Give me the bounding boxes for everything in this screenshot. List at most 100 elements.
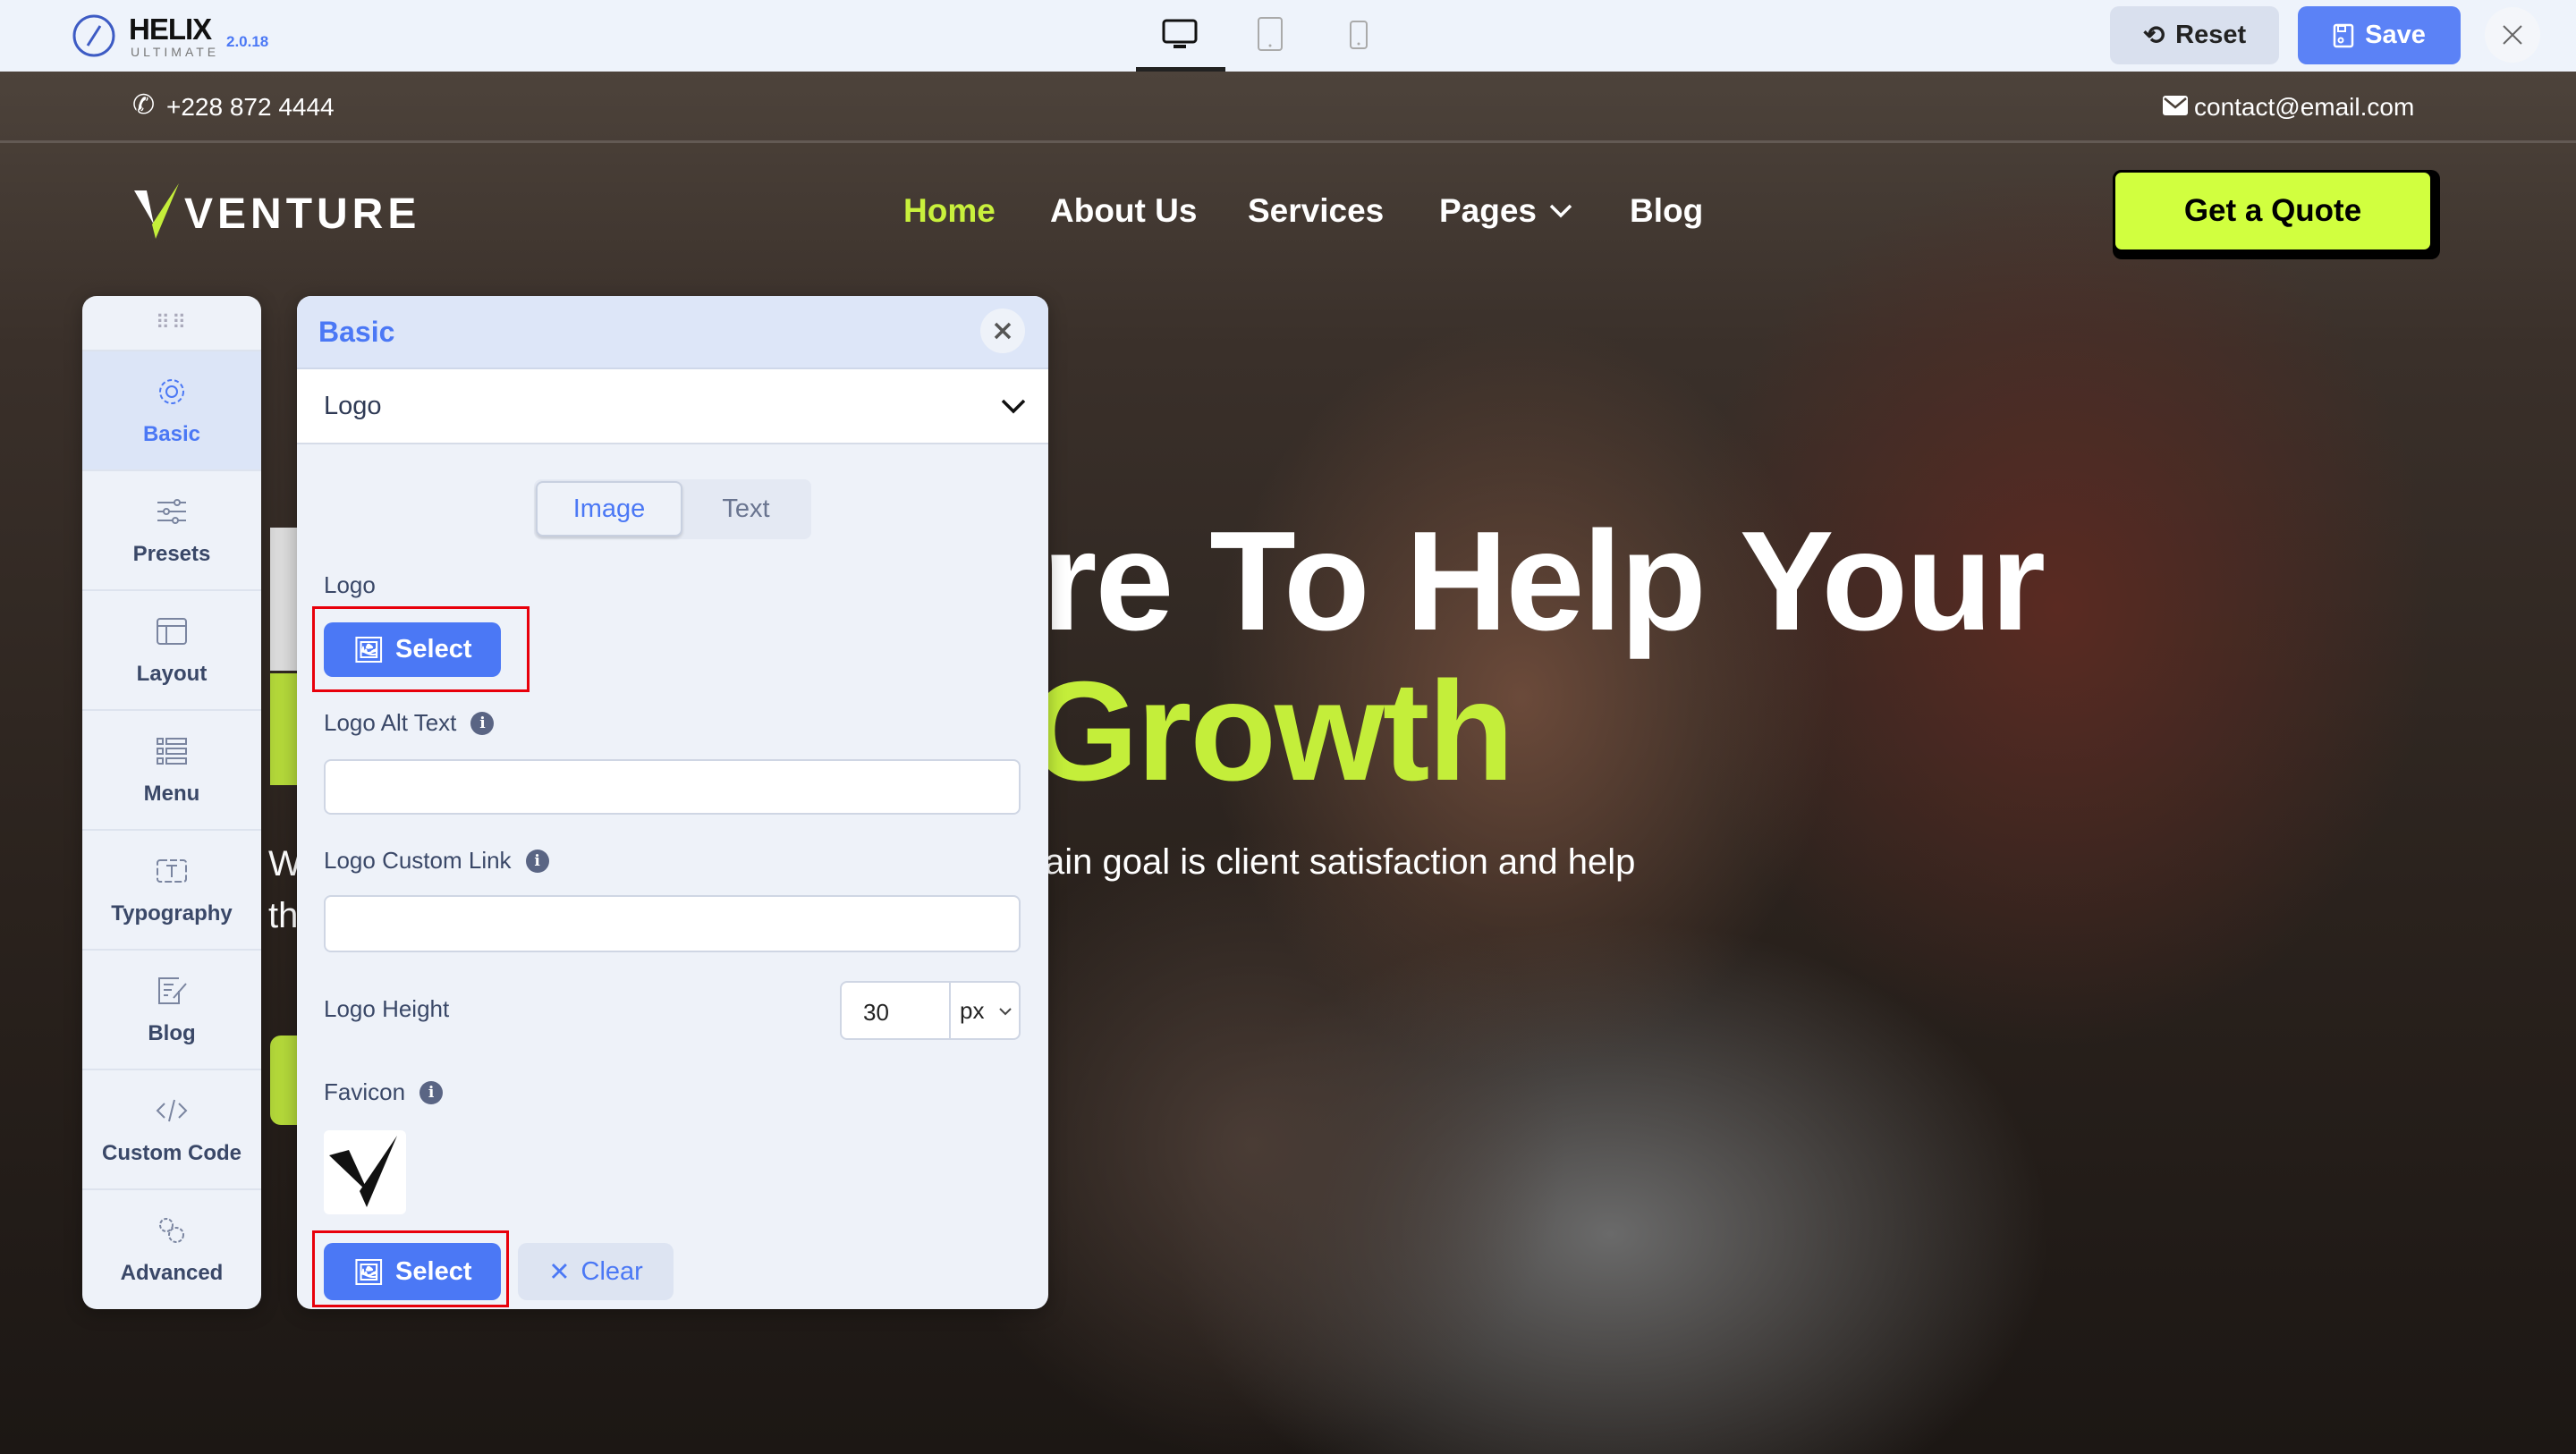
drag-handle[interactable]: ⠿⠿ [82, 296, 261, 350]
logo-type-toggle: Image Text [534, 479, 811, 539]
logo-alt-text-label-text: Logo Alt Text [324, 709, 457, 736]
gear-icon [159, 379, 184, 404]
save-label: Save [2365, 21, 2426, 49]
text-icon [157, 859, 187, 883]
hero-button-fragment[interactable] [270, 1036, 297, 1125]
hero-heading-fragment [270, 528, 297, 671]
nav-about-us[interactable]: About Us [1050, 192, 1197, 230]
close-editor-button[interactable] [2485, 7, 2540, 63]
close-icon [2503, 25, 2522, 45]
menu-list-icon [157, 738, 187, 765]
clear-label: Clear [580, 1256, 643, 1286]
favicon-label: Favicon i [324, 1078, 444, 1106]
panel-header: Basic [297, 296, 1048, 369]
logo-custom-link-label: Logo Custom Link i [324, 847, 549, 875]
toggle-image[interactable]: Image [536, 481, 682, 537]
info-icon[interactable]: i [419, 1080, 444, 1104]
app-version: 2.0.18 [226, 33, 269, 50]
x-icon: ✕ [548, 1257, 571, 1287]
nav-services[interactable]: Services [1248, 192, 1384, 230]
sidebar-item-label: Custom Code [102, 1141, 242, 1165]
sidebar-item-layout[interactable]: Layout [82, 589, 261, 709]
nav-home[interactable]: Home [903, 192, 996, 230]
hero-green-fragment [270, 673, 297, 785]
close-icon [994, 322, 1012, 340]
logo-height-label: Logo Height [324, 995, 450, 1022]
sidebar-item-label: Basic [142, 422, 201, 446]
logo-custom-link-input[interactable] [324, 895, 1021, 952]
hero-heading-line1: re To Help Your [1042, 503, 2046, 660]
layout-icon [157, 618, 187, 645]
site-logo[interactable]: VENTURE [184, 190, 420, 239]
info-icon[interactable]: i [470, 711, 495, 735]
tablet-device-icon[interactable] [1257, 16, 1284, 52]
phone-icon: ✆ [132, 90, 156, 120]
logo-alt-text-label: Logo Alt Text i [324, 709, 495, 737]
sidebar-item-typography[interactable]: Typography [82, 829, 261, 949]
desktop-device-icon[interactable] [1161, 18, 1199, 50]
sidebar-item-presets[interactable]: Presets [82, 469, 261, 589]
floppy-disk-icon [2333, 23, 2354, 47]
favicon-preview [324, 1130, 406, 1214]
cogs-icon [159, 1218, 184, 1243]
get-a-quote-label: Get a Quote [2113, 170, 2433, 252]
close-panel-button[interactable] [980, 309, 1025, 353]
nav-pages[interactable]: Pages [1439, 192, 1572, 230]
sidebar-item-basic[interactable]: Basic [82, 350, 261, 469]
image-icon: 🖼 [352, 636, 386, 664]
section-dropdown-label: Logo [324, 392, 382, 420]
logo-select-button[interactable]: 🖼 Select [324, 622, 501, 677]
nav-blog[interactable]: Blog [1630, 192, 1703, 230]
logo-custom-link-label-text: Logo Custom Link [324, 847, 512, 874]
unit-value: px [960, 997, 985, 1024]
mobile-device-icon[interactable] [1349, 20, 1368, 50]
hero-paragraph-fragment-2: th [268, 896, 299, 935]
email-address[interactable]: contact@email.com [2194, 93, 2414, 122]
sidebar-item-label: Advanced [120, 1261, 224, 1285]
app-name: HELIX [129, 13, 212, 46]
venture-logo-mark [134, 183, 179, 239]
toggle-text[interactable]: Text [682, 481, 809, 537]
sidebar-item-menu[interactable]: Menu [82, 709, 261, 829]
phone-number[interactable]: +228 872 4444 [166, 93, 335, 122]
info-icon[interactable]: i [525, 849, 549, 873]
image-icon: 🖼 [352, 1257, 386, 1286]
chevron-down-icon [999, 1008, 1012, 1016]
sliders-icon [157, 499, 186, 524]
favicon-clear-button[interactable]: ✕ Clear [518, 1243, 674, 1300]
editor-toolbar: HELIX ULTIMATE 2.0.18 ⟲ Reset Save [0, 0, 2576, 72]
panel-title: Basic [318, 316, 395, 348]
sidebar-item-advanced[interactable]: Advanced [82, 1188, 261, 1308]
save-button[interactable]: Save [2298, 6, 2461, 64]
sidebar-item-blog[interactable]: Blog [82, 949, 261, 1069]
edit-icon [158, 977, 187, 1004]
sidebar-item-label: Presets [132, 542, 211, 566]
sidebar-item-custom-code[interactable]: Custom Code [82, 1069, 261, 1188]
section-dropdown[interactable]: Logo [297, 369, 1048, 444]
logo-alt-text-input[interactable] [324, 759, 1021, 815]
venture-favicon-image [329, 1136, 397, 1207]
basic-settings-panel: Basic Logo Image Text Logo 🖼 Select Logo … [297, 296, 1048, 1309]
logo-label: Logo [324, 571, 376, 598]
logo-height-unit-select[interactable]: px [949, 981, 1021, 1040]
code-icon [156, 1099, 188, 1122]
reset-button[interactable]: ⟲ Reset [2110, 6, 2279, 64]
sidebar-item-label: Typography [111, 901, 233, 926]
reset-label: Reset [2175, 21, 2247, 49]
logo-height-input[interactable]: 30 [840, 981, 951, 1040]
chevron-down-icon [1549, 204, 1572, 218]
favicon-label-text: Favicon [324, 1078, 406, 1105]
get-a-quote-button[interactable]: Get a Quote [2113, 170, 2440, 259]
history-icon: ⟲ [2142, 21, 2165, 50]
nav-pages-label: Pages [1439, 192, 1538, 229]
envelope-icon [2163, 96, 2188, 115]
helix-logo-icon [72, 14, 115, 57]
sidebar-item-label: Layout [136, 662, 208, 686]
site-topbar: ✆ +228 872 4444 contact@email.com [0, 72, 2576, 143]
active-device-indicator [1136, 67, 1225, 72]
sidebar-item-label: Menu [143, 782, 200, 806]
hero-heading-line2: Growth [1029, 653, 1514, 810]
app-subtitle: ULTIMATE [131, 45, 220, 59]
favicon-select-button[interactable]: 🖼 Select [324, 1243, 501, 1300]
select-label: Select [395, 635, 472, 664]
